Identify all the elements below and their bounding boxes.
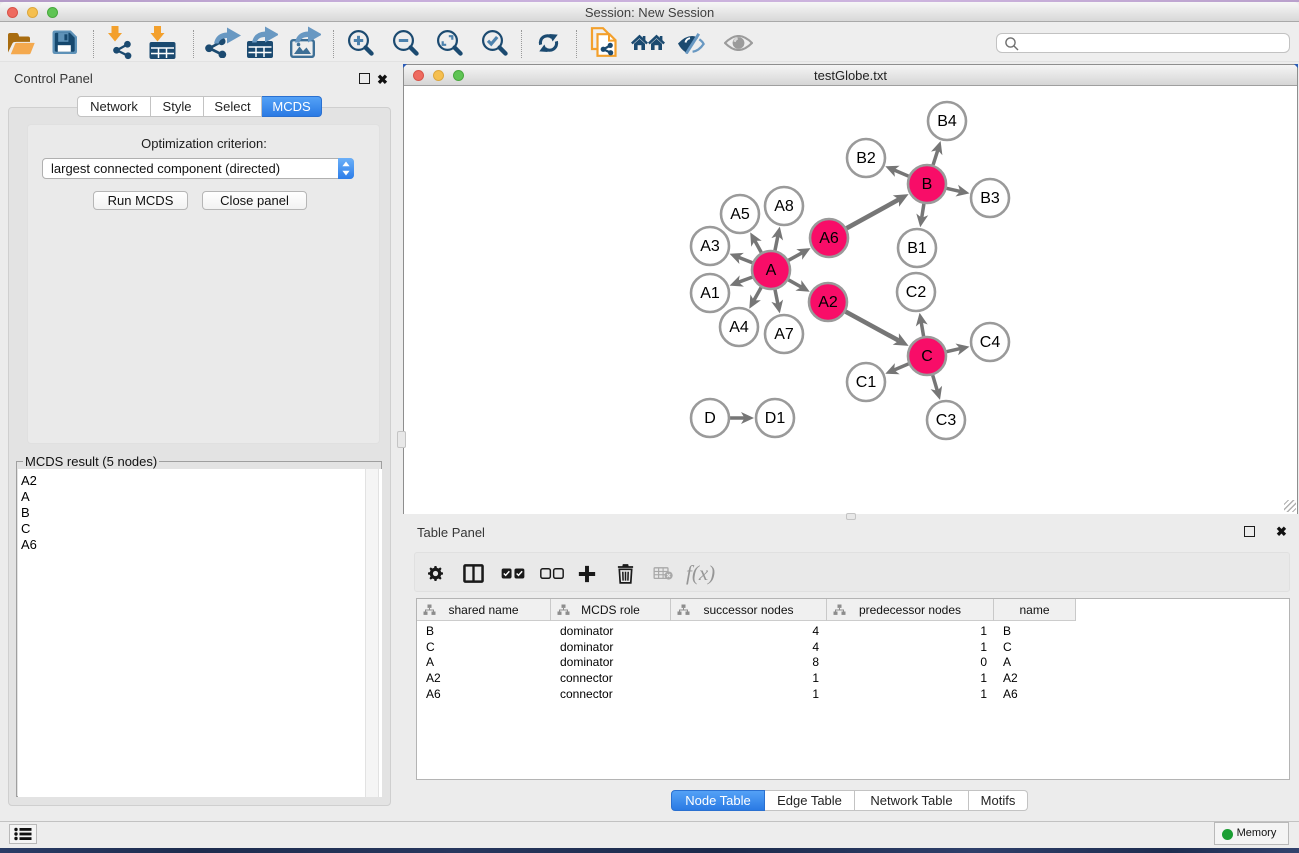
svg-text:D: D	[704, 410, 716, 427]
svg-text:A4: A4	[729, 319, 749, 336]
svg-text:B3: B3	[980, 190, 1000, 207]
svg-text:A7: A7	[774, 326, 794, 343]
svg-text:B: B	[922, 176, 933, 193]
svg-text:A1: A1	[700, 285, 720, 302]
svg-text:C3: C3	[936, 412, 957, 429]
svg-text:C1: C1	[856, 374, 877, 391]
svg-text:A5: A5	[730, 206, 750, 223]
svg-text:A: A	[766, 262, 777, 279]
svg-text:A6: A6	[819, 230, 839, 247]
svg-text:C: C	[921, 348, 933, 365]
svg-text:D1: D1	[765, 410, 786, 427]
svg-text:C2: C2	[906, 284, 927, 301]
svg-text:C4: C4	[980, 334, 1001, 351]
svg-text:B4: B4	[937, 113, 957, 130]
svg-text:A2: A2	[818, 294, 838, 311]
svg-text:A3: A3	[700, 238, 720, 255]
svg-text:B1: B1	[907, 240, 927, 257]
svg-text:A8: A8	[774, 198, 794, 215]
svg-text:B2: B2	[856, 150, 876, 167]
